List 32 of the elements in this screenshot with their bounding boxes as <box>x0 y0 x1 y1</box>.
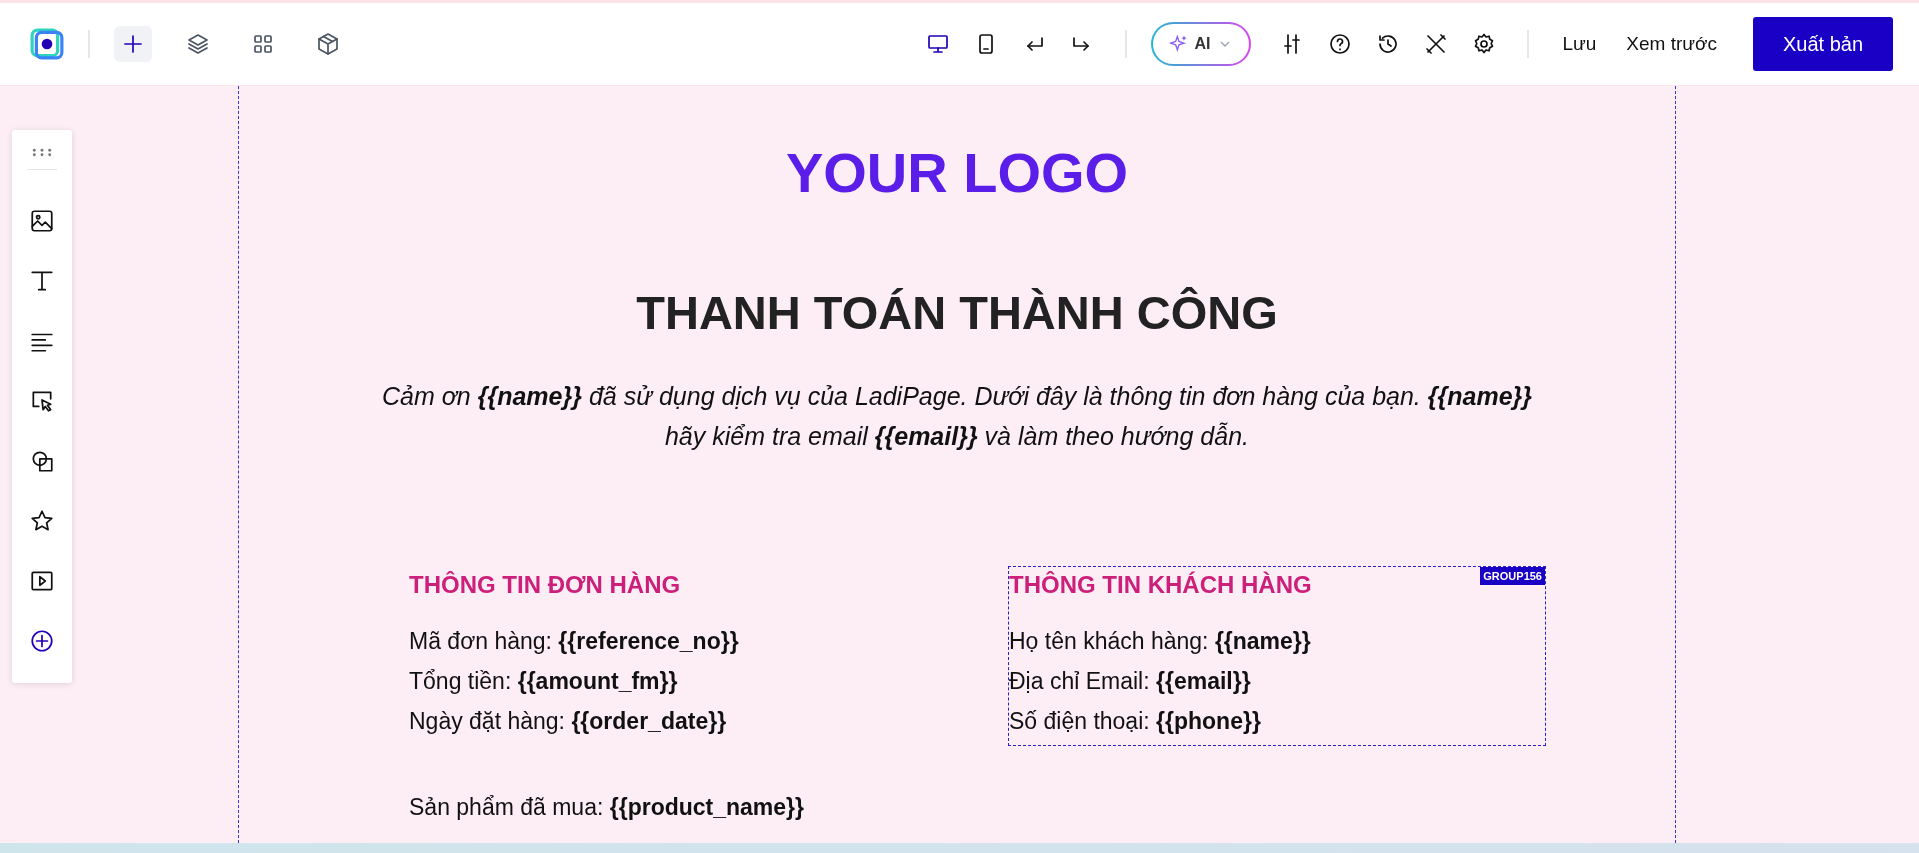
info-line: Địa chỉ Email: {{email}} <box>1009 667 1252 696</box>
add-button[interactable] <box>114 26 152 62</box>
text-icon[interactable] <box>29 268 55 294</box>
thank-you-paragraph: Cảm ơn {{name}} đã sử dụng dịch vụ của LadiPage. Dưới đây là thông tin đơn hàng của bạn. {{name}} hãy kiểm tra email {{email}} và làm theo hướng dẫn. <box>382 381 1532 452</box>
info-line: Số điện thoại: {{phone}} <box>1009 707 1262 736</box>
pointer-icon[interactable] <box>29 388 55 414</box>
grid-icon <box>251 32 275 56</box>
sparkle-icon <box>1168 34 1189 54</box>
info-line: Ngày đặt hàng: {{order_date}} <box>409 707 728 736</box>
monitor-icon <box>925 32 950 56</box>
section-title: THÔNG TIN KHÁCH HÀNG <box>1009 571 1312 599</box>
info-line: Sản phẩm đã mua: {{product_name}} <box>409 794 804 821</box>
info-line: Họ tên khách hàng: {{name}} <box>1009 627 1312 656</box>
info-line: Tổng tiền: {{amount_fm}} <box>409 667 679 696</box>
logo-icon[interactable] <box>30 27 64 61</box>
group-label: GROUP156 <box>1480 567 1545 585</box>
drag-handle-icon[interactable] <box>31 148 53 157</box>
add-icon[interactable] <box>29 628 55 654</box>
logo-text: YOUR LOGO <box>785 140 1129 205</box>
video-icon[interactable] <box>29 568 55 594</box>
tools-icon <box>1423 32 1448 56</box>
help-icon <box>1327 32 1352 56</box>
box-icon <box>316 32 340 56</box>
preview-button[interactable]: Xem trước <box>1616 27 1727 61</box>
image-icon[interactable] <box>29 208 55 234</box>
save-button[interactable]: Lưu <box>1552 27 1607 61</box>
publish-button[interactable]: Xuất bản <box>1753 17 1893 71</box>
page-heading: THANH TOÁN THÀNH CÔNG <box>636 285 1278 340</box>
section-title: THÔNG TIN ĐƠN HÀNG <box>409 571 681 599</box>
info-line: Mã đơn hàng: {{reference_no}} <box>409 627 740 656</box>
plus-icon <box>121 32 145 56</box>
layers-icon <box>186 32 210 56</box>
